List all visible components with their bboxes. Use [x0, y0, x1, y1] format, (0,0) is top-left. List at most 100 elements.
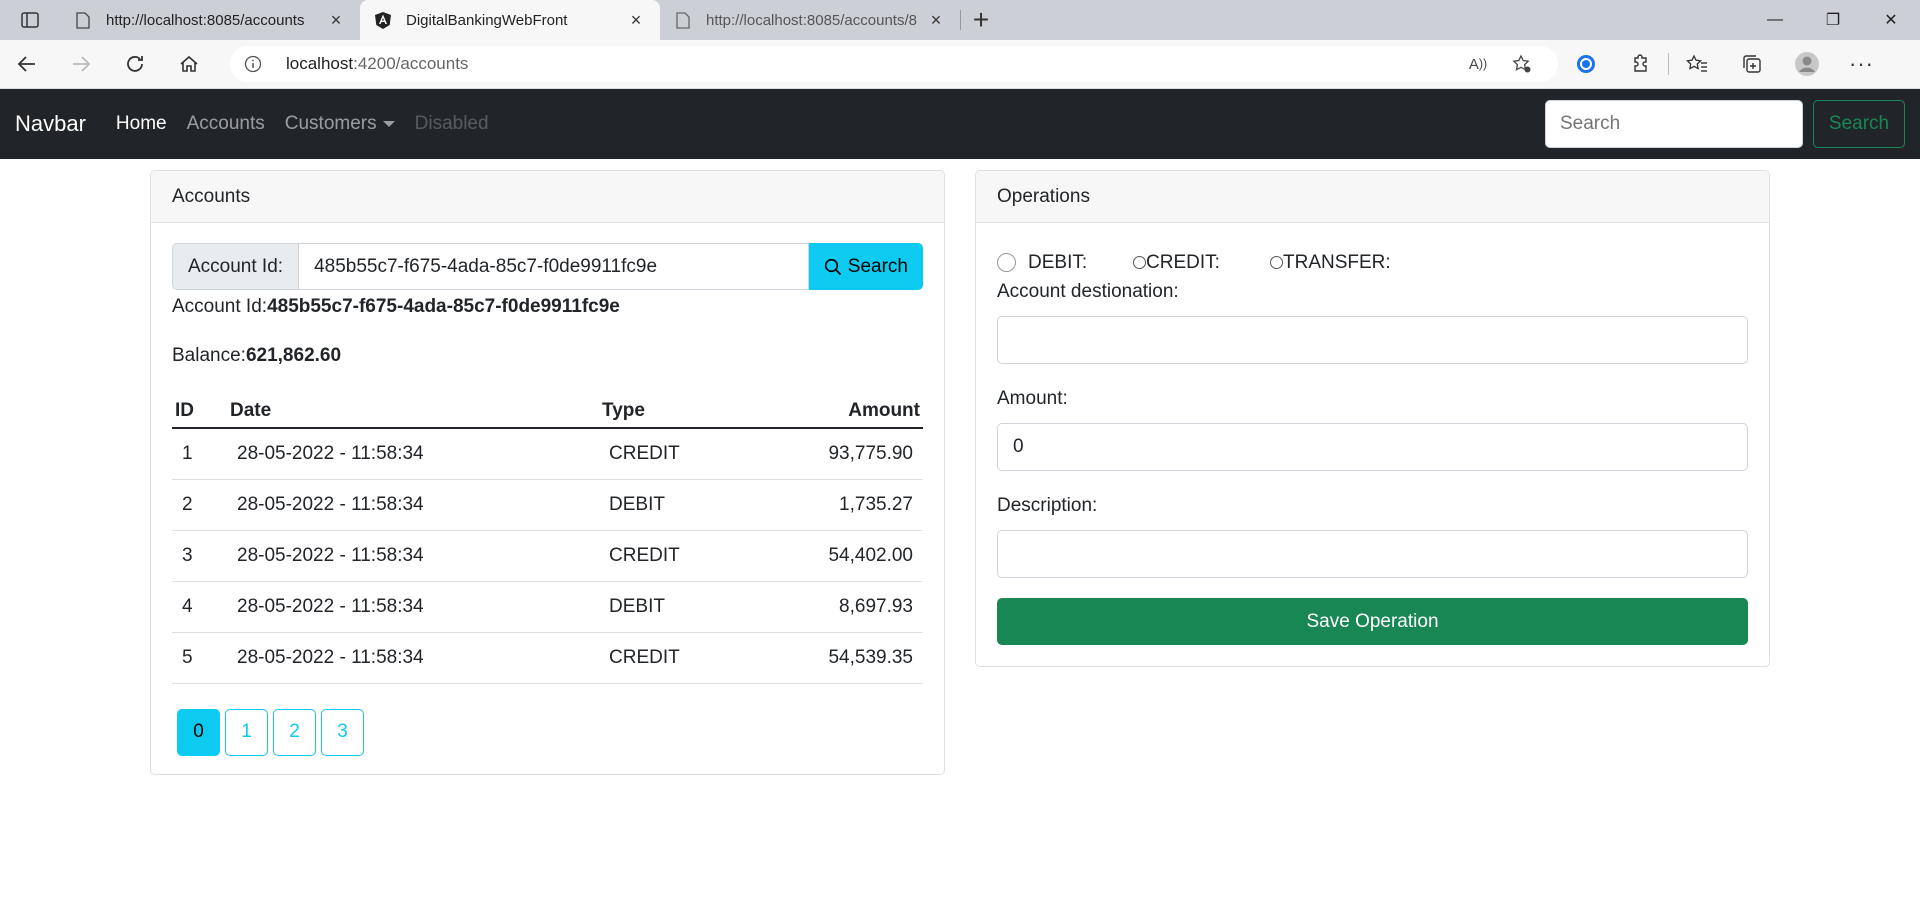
tab-title: http://localhost:8085/accounts/8 — [706, 11, 917, 29]
radio-circle-icon[interactable] — [1133, 256, 1146, 269]
operations-table: ID Date Type Amount 1 28-05-2022 - 11:58… — [172, 394, 923, 684]
extension-blue-icon[interactable] — [1558, 44, 1613, 84]
cell-amount: 54,539.35 — [749, 632, 923, 684]
tab-close-icon[interactable]: × — [626, 10, 646, 31]
page-content: Accounts Account Id: 485b55c7-f675-4ada-… — [0, 159, 1920, 897]
browser-tab-2[interactable]: DigitalBankingWebFront × — [360, 0, 660, 40]
balance-info: Balance:621,862.60 — [172, 345, 923, 367]
tab-close-icon[interactable]: × — [326, 10, 346, 31]
save-operation-button[interactable]: Save Operation — [997, 598, 1748, 645]
browser-tab-1[interactable]: http://localhost:8085/accounts × — [60, 0, 360, 40]
nav-link-home[interactable]: Home — [116, 113, 167, 135]
more-menu-icon[interactable]: ··· — [1834, 44, 1889, 84]
close-window-icon[interactable]: ✕ — [1862, 0, 1920, 40]
table-row: 2 28-05-2022 - 11:58:34 DEBIT 1,735.27 — [172, 479, 923, 531]
account-id-info-label: Account Id: — [172, 296, 268, 317]
column-header-id: ID — [172, 394, 227, 429]
cell-amount: 54,402.00 — [749, 530, 923, 582]
cell-amount: 93,775.90 — [749, 428, 923, 480]
home-icon[interactable] — [162, 44, 216, 84]
account-id-info-value: 485b55c7-f675-4ada-85c7-f0de9911fc9e — [267, 296, 620, 317]
table-row: 5 28-05-2022 - 11:58:34 CREDIT 54,539.35 — [172, 632, 923, 684]
cell-date: 28-05-2022 - 11:58:34 — [227, 530, 599, 582]
profile-avatar-icon[interactable] — [1779, 44, 1834, 84]
nav-link-accounts[interactable]: Accounts — [187, 113, 265, 135]
table-header-row: ID Date Type Amount — [172, 394, 923, 429]
balance-value: 621,862.60 — [245, 345, 342, 366]
tab-close-icon[interactable]: × — [926, 10, 946, 31]
radio-credit-label: CREDIT: — [1146, 251, 1220, 273]
account-search-button[interactable]: Search — [808, 243, 923, 290]
tab-actions-icon[interactable] — [0, 0, 60, 40]
cell-type: CREDIT — [599, 632, 750, 684]
column-header-type: Type — [599, 394, 750, 429]
address-bar: localhost:4200/accounts A)) ··· — [0, 40, 1920, 89]
radio-transfer[interactable]: TRANSFER: — [1270, 252, 1391, 274]
balance-label: Balance: — [172, 345, 246, 366]
refresh-icon[interactable] — [108, 44, 162, 84]
nav-link-customers[interactable]: Customers — [285, 113, 395, 135]
read-aloud-icon[interactable]: A)) — [1456, 56, 1500, 73]
url-host: localhost — [286, 54, 354, 73]
cell-id: 3 — [172, 530, 227, 582]
nav-link-customers-label: Customers — [284, 113, 377, 134]
pagination: 0 1 2 3 — [177, 708, 923, 756]
minimize-icon[interactable]: — — [1746, 0, 1804, 40]
app-navbar: Navbar Home Accounts Customers Disabled … — [0, 89, 1920, 159]
page-button-1[interactable]: 1 — [225, 708, 268, 756]
angular-icon — [374, 11, 392, 29]
account-id-input[interactable]: 485b55c7-f675-4ada-85c7-f0de9911fc9e — [298, 243, 809, 290]
browser-tab-3[interactable]: http://localhost:8085/accounts/8 × — [660, 0, 960, 40]
cell-amount: 1,735.27 — [749, 479, 923, 531]
radio-circle-icon[interactable] — [997, 253, 1016, 272]
nav-link-disabled: Disabled — [414, 113, 489, 134]
column-header-date: Date — [227, 394, 599, 429]
add-favorite-icon[interactable] — [1500, 54, 1544, 74]
radio-debit-label: DEBIT: — [1028, 251, 1088, 273]
tab-title: DigitalBankingWebFront — [406, 11, 568, 29]
radio-transfer-label: TRANSFER: — [1283, 251, 1391, 273]
page-button-3[interactable]: 3 — [321, 708, 364, 756]
operation-type-radios: DEBIT: CREDIT: TRANSFER: — [997, 246, 1748, 279]
info-icon[interactable] — [244, 55, 266, 73]
page-button-2[interactable]: 2 — [273, 708, 316, 756]
collections-icon[interactable] — [1724, 44, 1779, 84]
amount-input[interactable]: 0 — [997, 423, 1748, 471]
window-controls: — ❐ ✕ — [1746, 0, 1920, 40]
page-icon — [674, 11, 692, 29]
description-input[interactable] — [997, 530, 1748, 578]
cell-type: DEBIT — [599, 581, 750, 633]
account-id-label: Account Id: — [172, 243, 299, 290]
browser-tab-bar: http://localhost:8085/accounts × Digital… — [0, 0, 1920, 40]
new-tab-icon[interactable]: + — [961, 0, 1001, 40]
destination-input[interactable] — [997, 316, 1748, 364]
favorites-icon[interactable] — [1669, 44, 1724, 84]
cell-date: 28-05-2022 - 11:58:34 — [227, 479, 599, 531]
radio-credit[interactable]: CREDIT: — [1133, 252, 1270, 274]
account-search-group: Account Id: 485b55c7-f675-4ada-85c7-f0de… — [172, 243, 923, 290]
navbar-search-input[interactable] — [1545, 100, 1803, 148]
url-bar[interactable]: localhost:4200/accounts A)) — [230, 46, 1558, 82]
destination-label: Account destionation: — [997, 281, 1179, 302]
radio-debit[interactable]: DEBIT: — [997, 252, 1133, 274]
cell-date: 28-05-2022 - 11:58:34 — [227, 581, 599, 633]
forward-icon[interactable] — [54, 44, 108, 84]
accounts-card-header: Accounts — [151, 171, 944, 223]
back-icon[interactable] — [0, 44, 54, 84]
account-search-button-label: Search — [847, 255, 908, 277]
cell-type: DEBIT — [599, 479, 750, 531]
column-header-amount: Amount — [749, 394, 923, 429]
restore-icon[interactable]: ❐ — [1804, 0, 1862, 40]
page-button-0[interactable]: 0 — [177, 708, 220, 756]
search-icon — [824, 258, 842, 276]
cell-id: 5 — [172, 632, 227, 684]
table-row: 1 28-05-2022 - 11:58:34 CREDIT 93,775.90 — [172, 428, 923, 480]
navbar-brand[interactable]: Navbar — [15, 111, 86, 137]
cell-id: 4 — [172, 581, 227, 633]
navbar-search-button[interactable]: Search — [1813, 100, 1905, 148]
description-label: Description: — [997, 495, 1098, 516]
extensions-icon[interactable] — [1613, 44, 1668, 84]
cell-amount: 8,697.93 — [749, 581, 923, 633]
operations-card-header: Operations — [976, 171, 1769, 223]
radio-circle-icon[interactable] — [1270, 256, 1283, 269]
